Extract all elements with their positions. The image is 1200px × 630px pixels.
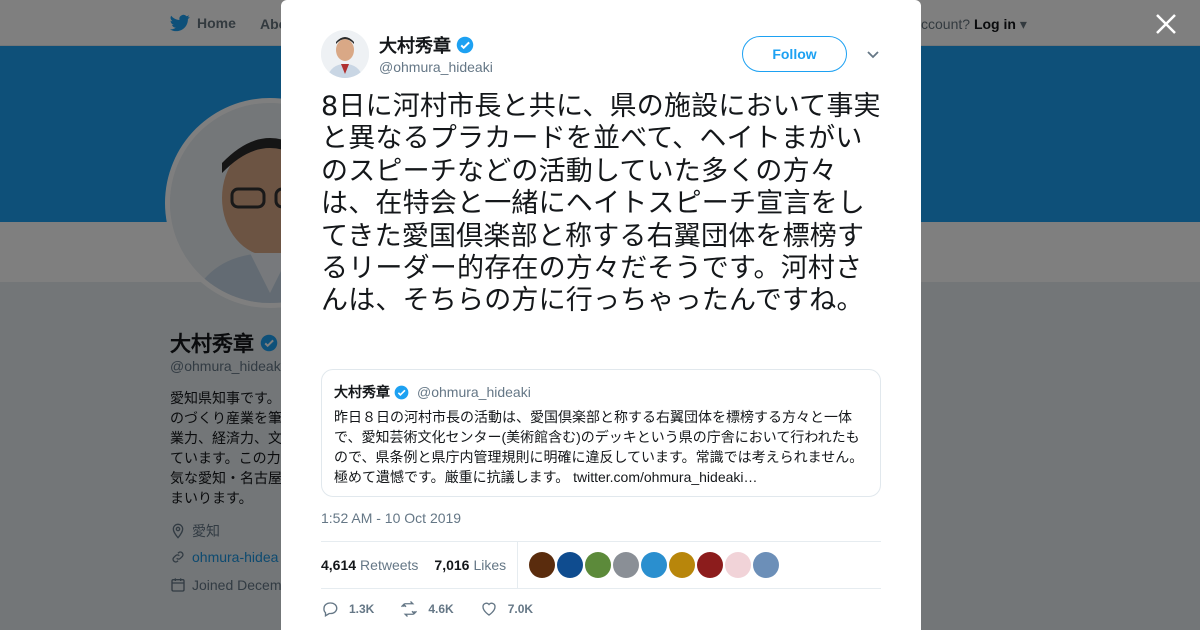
like-icon	[482, 602, 496, 616]
quoted-tweet-header: 大村秀章 @ohmura_hideaki	[334, 382, 868, 402]
quoted-tweet-link[interactable]: twitter.com/ohmura_hideaki…	[573, 469, 757, 485]
liker-avatar[interactable]	[529, 552, 556, 578]
tweet-stats: 4,614 Retweets 7,016 Likes	[321, 541, 881, 589]
liker-avatar[interactable]	[753, 552, 780, 578]
tweet-text: 8日に河村市長と共に、県の施設において事実と異なるプラカードを並べて、ヘイトまが…	[321, 91, 881, 317]
reply-count: 1.3K	[349, 602, 375, 616]
likes-label: Likes	[473, 557, 507, 573]
liker-avatar[interactable]	[585, 552, 612, 578]
follow-button[interactable]: Follow	[742, 36, 847, 72]
close-icon[interactable]	[1152, 10, 1180, 38]
like-count: 7.0K	[507, 602, 534, 616]
reply-icon	[323, 602, 338, 617]
liker-avatar[interactable]	[669, 552, 696, 578]
tweet-modal: 大村秀章 @ohmura_hideaki Follow 8日に河村市長と共に、県…	[281, 0, 921, 630]
retweet-count: 4.6K	[428, 602, 454, 616]
liker-avatar[interactable]	[613, 552, 640, 578]
like-button[interactable]: 7.0K	[480, 600, 533, 618]
retweet-icon	[401, 601, 418, 617]
likes-stat[interactable]: 7,016 Likes	[434, 557, 506, 573]
author-handle[interactable]: @ohmura_hideaki	[379, 59, 493, 75]
stats-divider	[517, 541, 519, 589]
retweets-count: 4,614	[321, 557, 357, 573]
likes-count: 7,016	[434, 557, 470, 573]
retweets-label: Retweets	[360, 557, 419, 573]
quoted-tweet[interactable]: 大村秀章 @ohmura_hideaki 昨日８日の河村市長の活動は、愛国倶楽部…	[321, 369, 881, 497]
liker-avatar[interactable]	[697, 552, 724, 578]
quoted-author-name: 大村秀章	[334, 384, 390, 400]
quoted-author-handle: @ohmura_hideaki	[417, 384, 531, 400]
quoted-tweet-text: 昨日８日の河村市長の活動は、愛国倶楽部と称する右翼団体を標榜する方々と一体で、愛…	[334, 407, 868, 487]
author-name[interactable]: 大村秀章	[379, 32, 474, 58]
author-avatar[interactable]	[321, 30, 369, 78]
liker-avatar[interactable]	[557, 552, 584, 578]
liker-avatar[interactable]	[725, 552, 752, 578]
tweet-actions: 1.3K 4.6K 7.0K	[321, 600, 559, 618]
liker-avatars	[529, 552, 780, 578]
verified-badge-icon	[394, 385, 409, 399]
reply-button[interactable]: 1.3K	[321, 600, 374, 618]
retweets-stat[interactable]: 4,614 Retweets	[321, 557, 418, 573]
retweet-button[interactable]: 4.6K	[400, 600, 454, 618]
verified-badge-icon	[456, 36, 474, 54]
liker-avatar[interactable]	[641, 552, 668, 578]
tweet-timestamp[interactable]: 1:52 AM - 10 Oct 2019	[321, 510, 461, 526]
chevron-down-icon[interactable]	[865, 46, 881, 62]
